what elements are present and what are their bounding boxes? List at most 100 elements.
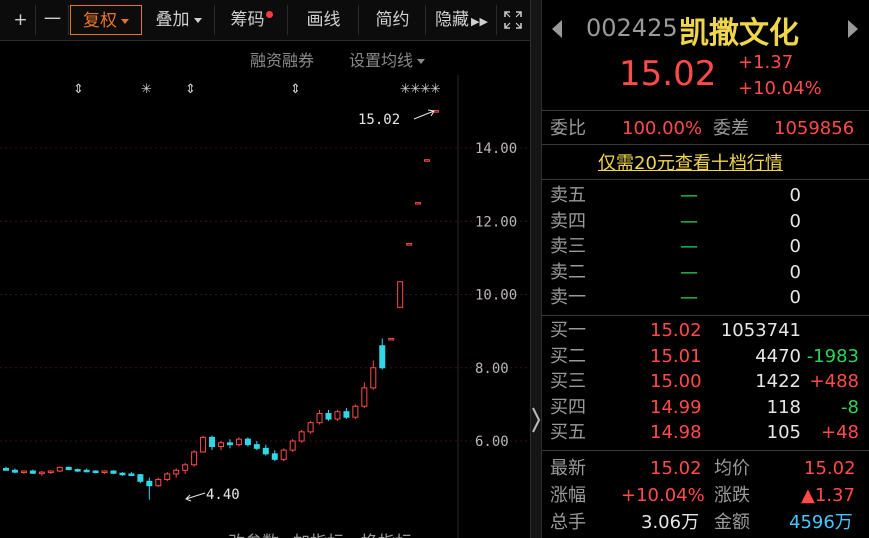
diejia-dropdown[interactable]: 叠加 xyxy=(143,5,215,35)
sell-order-row[interactable]: 卖三 — 0 xyxy=(542,234,869,259)
current-price: 15.02 xyxy=(619,54,717,94)
jianyue-button[interactable]: 简约 xyxy=(360,5,426,35)
order-level-label: 买五 xyxy=(550,422,586,443)
fuquan-dropdown[interactable]: 复权 xyxy=(70,5,142,35)
jianyue-label: 简约 xyxy=(375,10,410,30)
candle xyxy=(164,472,171,482)
stats-row-1: 最新 15.02 均价 15.02 xyxy=(542,456,869,481)
buy-order-row[interactable]: 买一 15.02 1053741 xyxy=(542,318,869,343)
weibi-value: 100.00% xyxy=(622,118,703,139)
y-tick-label: 12.00 xyxy=(475,214,517,230)
chart-gridlines xyxy=(0,75,530,538)
order-level-label: 卖二 xyxy=(550,261,586,283)
buy-order-row[interactable]: 买五 14.98 105 +48 xyxy=(542,420,869,445)
y-tick-label: 6.00 xyxy=(475,434,509,450)
zoom-out-button[interactable]: 一 xyxy=(37,5,69,35)
fullscreen-button[interactable] xyxy=(498,5,528,35)
next-stock-button[interactable] xyxy=(846,18,860,40)
candle xyxy=(65,466,72,471)
sell-order-row[interactable]: 卖一 — 0 xyxy=(542,285,869,310)
candle xyxy=(325,409,332,421)
weicha-value: 1059856 xyxy=(774,118,855,139)
candle xyxy=(352,404,359,420)
order-price: 15.02 xyxy=(650,320,702,341)
huaxian-button[interactable]: 画线 xyxy=(289,5,359,35)
buy-order-row[interactable]: 买四 14.99 118 -8 xyxy=(542,395,869,420)
candle xyxy=(182,462,189,474)
minus-icon: 一 xyxy=(44,10,61,30)
candle xyxy=(83,468,90,473)
yincang-button[interactable]: 隐藏 ▶▶ xyxy=(427,5,497,35)
annotation-arrow-icon xyxy=(185,492,206,502)
candle xyxy=(155,477,162,487)
weibi-label: 委比 xyxy=(550,118,586,139)
set-ma-label: 设置均线 xyxy=(349,51,414,70)
candles xyxy=(3,110,439,500)
tab-switch-indicator[interactable]: 换指标 xyxy=(361,528,412,538)
candle xyxy=(343,408,350,420)
y-tick-label: 10.00 xyxy=(475,288,517,304)
order-volume-change: +488 xyxy=(809,371,859,392)
fullscreen-icon xyxy=(504,11,522,29)
candle xyxy=(191,450,198,467)
candle xyxy=(271,450,278,462)
weibi-row: 委比 100.00% 委差 1059856 xyxy=(542,116,869,141)
double-arrow-right-icon: ▶▶ xyxy=(471,15,488,28)
candle xyxy=(29,469,36,474)
divider xyxy=(542,315,869,316)
chevron-right-icon xyxy=(532,407,541,433)
sell-order-row[interactable]: 卖二 — 0 xyxy=(542,260,869,285)
candle xyxy=(209,435,216,451)
order-volume: 0 xyxy=(789,261,801,283)
order-volume: 0 xyxy=(789,210,801,232)
event-arrow-icon: ⇕ xyxy=(185,82,196,97)
zoom-in-button[interactable]: + xyxy=(6,5,36,35)
divider xyxy=(542,110,869,111)
plus-icon: + xyxy=(13,10,28,30)
level2-promo-link[interactable]: 仅需20元查看十档行情 xyxy=(598,149,783,175)
event-arrow-icon: ⇕ xyxy=(290,82,301,97)
triangle-right-icon xyxy=(848,20,858,38)
candle xyxy=(235,437,242,447)
tab-edit-params[interactable]: 改参数 xyxy=(228,528,279,538)
stats-row-2: 涨幅 +10.04% 涨跌 ▲1.37 xyxy=(542,483,869,508)
splitter-handle[interactable] xyxy=(530,0,542,538)
latest-value: 15.02 xyxy=(650,458,702,479)
candle xyxy=(74,468,81,473)
rongzi-rongquan-link[interactable]: 融资融券 xyxy=(250,47,314,71)
order-price: 15.00 xyxy=(650,371,702,392)
order-volume-change: -8 xyxy=(841,396,859,418)
prev-stock-button[interactable] xyxy=(550,18,564,40)
order-volume: 1422 xyxy=(755,371,801,392)
buy-order-row[interactable]: 买三 15.00 1422 +488 xyxy=(542,369,869,394)
candle xyxy=(280,448,287,462)
latest-label: 最新 xyxy=(550,458,586,479)
candle xyxy=(137,473,144,484)
chevron-down-icon xyxy=(121,18,129,24)
order-level-label: 买四 xyxy=(550,396,586,418)
candle xyxy=(101,470,108,474)
set-ma-dropdown[interactable]: 设置均线 xyxy=(349,47,426,71)
chg-value: ▲1.37 xyxy=(801,485,855,506)
candle xyxy=(38,471,45,476)
order-volume: 105 xyxy=(766,422,801,443)
buy-order-row[interactable]: 买二 15.01 4470 -1983 xyxy=(542,344,869,369)
candle xyxy=(424,159,431,162)
divider xyxy=(542,144,869,145)
kline-chart[interactable]: ⇕ ✳ ⇕ ⇕ ✳ ✳ ✳ ✳ 14.0012.0010.008.006.00 15.024.… xyxy=(0,75,530,538)
tab-add-indicator[interactable]: 加指标 xyxy=(293,528,344,538)
order-volume: 0 xyxy=(789,185,801,206)
order-volume-change: -1983 xyxy=(806,345,859,367)
low-price-annotation: 4.40 xyxy=(206,487,240,503)
chg-label: 涨跌 xyxy=(714,485,750,506)
sell-order-row[interactable]: 卖四 — 0 xyxy=(542,209,869,234)
candle xyxy=(361,382,368,409)
candle xyxy=(388,337,395,341)
divider xyxy=(542,450,869,451)
sell-order-row[interactable]: 卖五 — 0 xyxy=(542,183,869,208)
chouma-button[interactable]: 筹码 xyxy=(216,5,288,35)
candle xyxy=(128,472,135,476)
chouma-label: 筹码 xyxy=(230,10,265,30)
order-price: — xyxy=(680,287,698,308)
candle xyxy=(56,466,63,473)
